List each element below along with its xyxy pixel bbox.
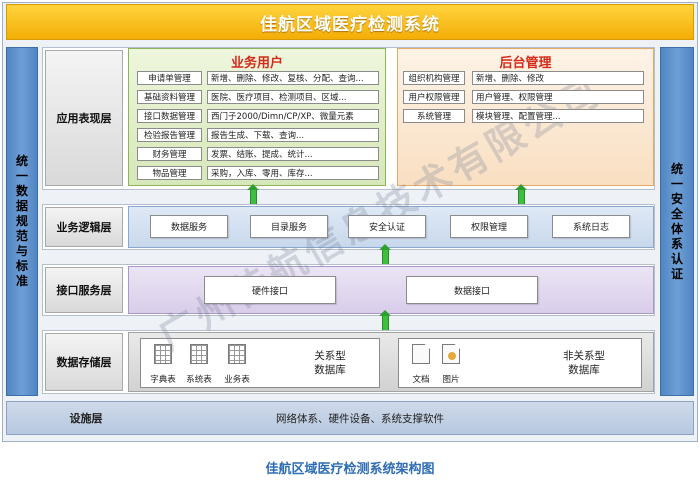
business-users-heading: 业务用户 (230, 56, 283, 71)
storage-layer-label: 数据存储层 (45, 333, 123, 391)
table-icon (190, 344, 208, 364)
relational-icon-label: 业务表 (224, 375, 250, 385)
left-sidebar-char: 与 (15, 244, 28, 258)
biz-module-name: 申请单管理 (137, 71, 202, 85)
app-layer-label: 应用表现层 (45, 50, 123, 186)
logic-item: 权限管理 (450, 215, 528, 238)
left-sidebar-char: 规 (15, 214, 28, 228)
admin-module-name: 组织机构管理 (403, 71, 465, 85)
left-sidebar-char: 标 (15, 259, 28, 273)
arrow-interface-storage (379, 310, 391, 336)
logic-layer-label: 业务逻辑层 (45, 207, 123, 247)
right-sidebar-char: 证 (670, 266, 683, 281)
relational-icon-label: 系统表 (186, 375, 212, 385)
system-title: 佳航区域医疗检测系统 (6, 4, 694, 40)
biz-module-desc: 新增、删除、修改、复核、分配、查询... (207, 71, 379, 85)
nonrelational-db-label-line1: 非关系型 (563, 350, 605, 362)
left-sidebar-char: 统 (15, 154, 28, 168)
logic-item: 目录服务 (250, 215, 328, 238)
biz-module-name: 基础资料管理 (137, 90, 202, 104)
right-sidebar-security-auth: 统一安全体系认证 (660, 47, 694, 396)
left-sidebar-char: 数 (15, 184, 28, 198)
nonrelational-icon-label: 图片 (442, 375, 460, 385)
right-sidebar-char: 体 (670, 221, 683, 236)
left-sidebar-char: 据 (15, 199, 28, 213)
biz-module-desc: 医院、医疗项目、检测项目、区域... (207, 90, 379, 104)
left-sidebar-data-standards: 统一数据规范与标准 (6, 47, 38, 396)
biz-module-desc: 西门子2000/Dimn/CP/XP、微量元素 (207, 109, 379, 123)
left-sidebar-char: 准 (15, 274, 28, 288)
biz-module-desc: 发票、结账、提成、统计... (207, 147, 379, 161)
table-icon (228, 344, 246, 364)
nonrelational-db-label: 非关系型 数据库 (552, 349, 616, 377)
table-icon (154, 344, 172, 364)
biz-module-desc: 报告生成、下载、查询... (207, 128, 379, 142)
biz-module-name: 物品管理 (137, 166, 202, 180)
interface-layer-label: 接口服务层 (45, 267, 123, 313)
image-icon-mark (448, 352, 456, 360)
diagram-caption: 佳航区域医疗检测系统架构图 (265, 462, 435, 477)
arrow-logic-interface (379, 244, 391, 270)
admin-heading: 后台管理 (499, 56, 552, 71)
interface-item: 数据接口 (406, 276, 538, 304)
admin-module-desc: 新增、删除、修改 (472, 71, 644, 85)
arrow-app-logic-left (247, 184, 259, 210)
right-sidebar-char: 系 (670, 236, 683, 251)
right-sidebar-char: 一 (670, 176, 683, 191)
admin-module-desc: 用户管理、权限管理 (472, 90, 644, 104)
left-sidebar-char: 范 (15, 229, 28, 243)
admin-module-name: 用户权限管理 (403, 90, 465, 104)
image-icon (442, 344, 460, 364)
logic-item: 安全认证 (348, 215, 426, 238)
infra-description: 网络体系、硬件设备、系统支撑软件 (276, 413, 444, 425)
nonrelational-db-label-line2: 数据库 (568, 364, 600, 376)
biz-module-name: 财务管理 (137, 147, 202, 161)
document-icon (412, 344, 430, 364)
logic-item: 数据服务 (150, 215, 228, 238)
biz-module-desc: 采购，入库、零用、库存... (207, 166, 379, 180)
interface-item: 硬件接口 (204, 276, 336, 304)
right-sidebar-char: 认 (670, 251, 683, 266)
relational-db-label: 关系型 数据库 (302, 349, 358, 377)
biz-module-name: 接口数据管理 (137, 109, 202, 123)
logic-item: 系统日志 (552, 215, 630, 238)
relational-db-label-line2: 数据库 (314, 364, 346, 376)
relational-db-label-line1: 关系型 (314, 350, 346, 362)
infra-layer-label: 设施层 (69, 412, 103, 425)
admin-module-name: 系统管理 (403, 109, 465, 123)
right-sidebar-char: 安 (670, 191, 683, 206)
right-sidebar-char: 统 (670, 161, 683, 176)
arrow-app-logic-right (515, 184, 527, 210)
admin-module-desc: 模块管理、配置管理... (472, 109, 644, 123)
right-sidebar-char: 全 (670, 206, 683, 221)
left-sidebar-char: 一 (15, 169, 28, 183)
biz-module-name: 检验报告管理 (137, 128, 202, 142)
